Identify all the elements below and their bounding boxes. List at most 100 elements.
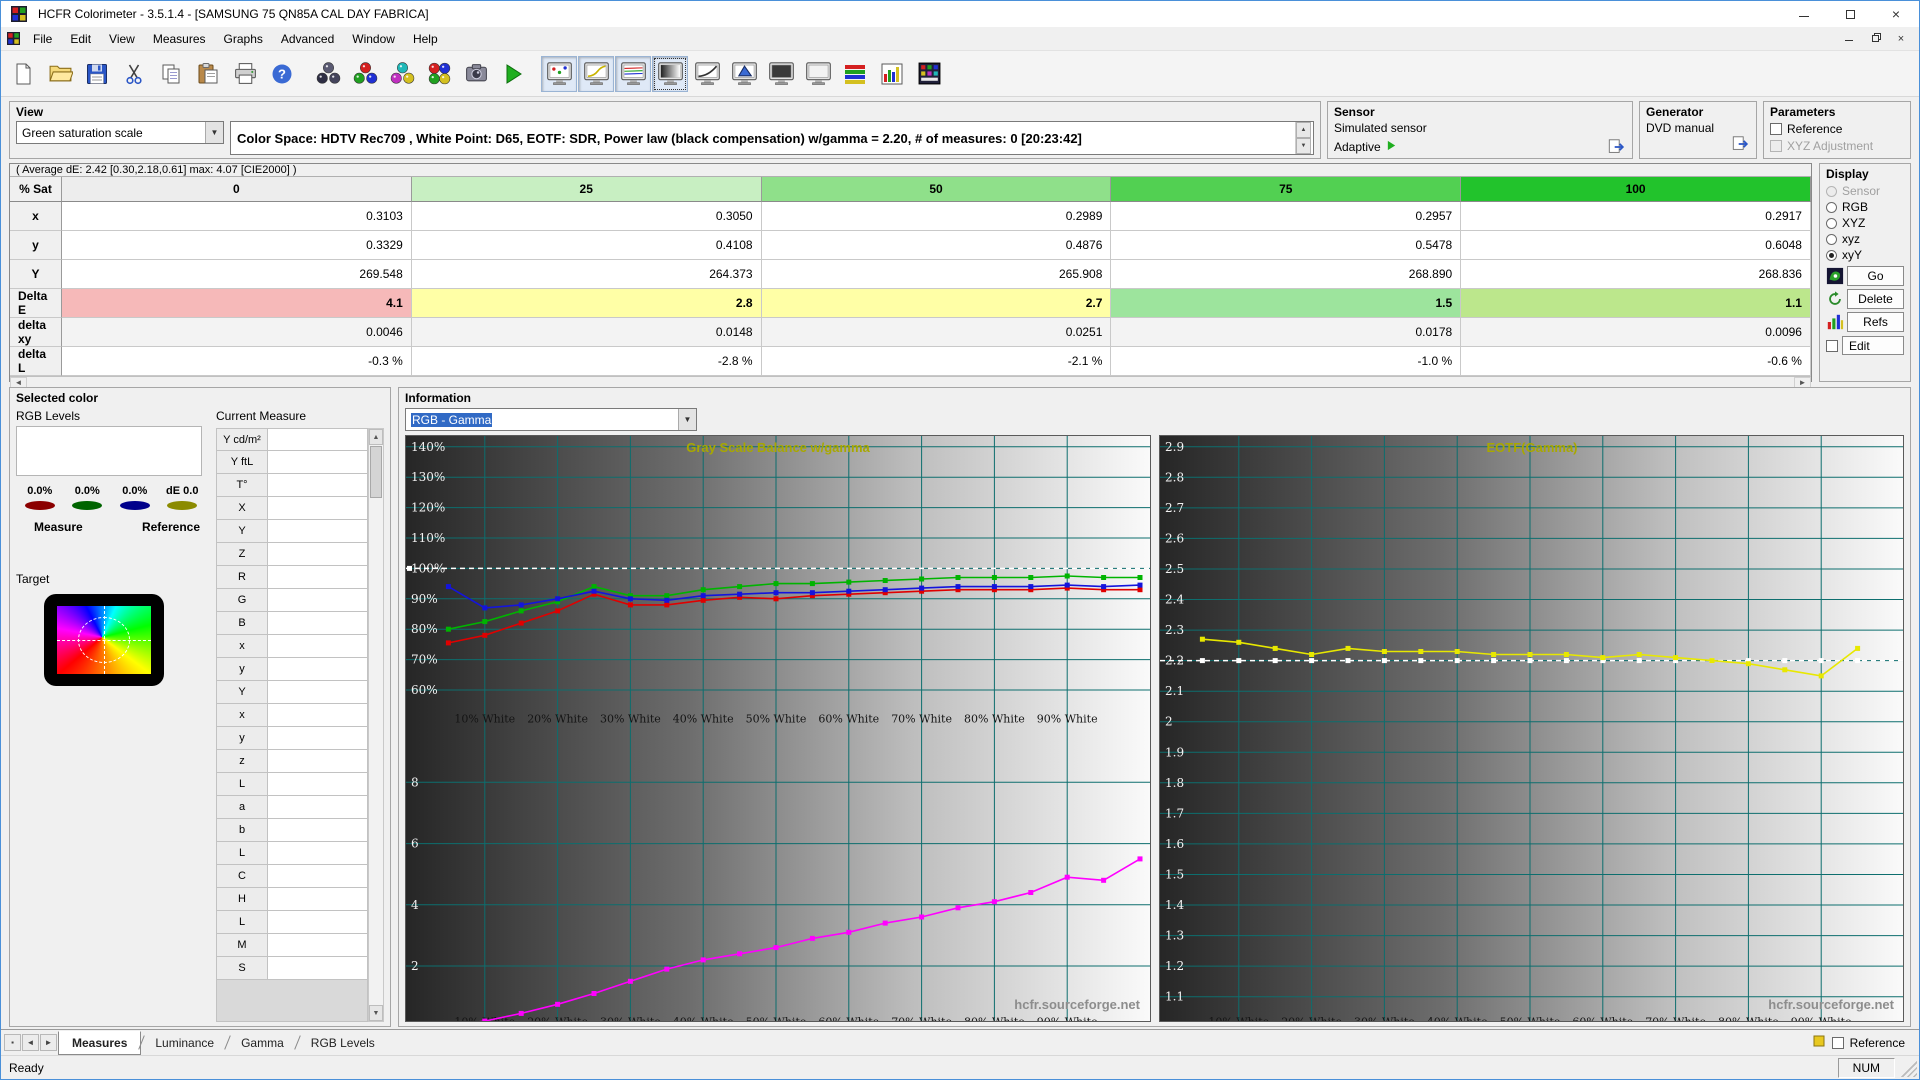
tab-measures[interactable]: Measures (58, 1031, 141, 1055)
toolbar-paste-button[interactable] (190, 56, 226, 92)
table-cell[interactable]: 269.548 (62, 260, 412, 289)
tab-reference-checkbox[interactable] (1832, 1037, 1844, 1049)
generator-config-icon[interactable] (1731, 135, 1750, 156)
toolbar-spheres-dark-button[interactable] (310, 56, 346, 92)
table-cell[interactable]: -0.6 % (1461, 347, 1811, 376)
menu-advanced[interactable]: Advanced (272, 29, 343, 49)
radio-icon[interactable] (1826, 250, 1837, 261)
spinner-up-button[interactable]: ▲ (1296, 122, 1311, 138)
menu-file[interactable]: File (24, 29, 61, 49)
toolbar-view-cie-diagram-button[interactable] (726, 56, 762, 92)
radio-icon[interactable] (1826, 186, 1837, 197)
tab-gamma[interactable]: Gamma (228, 1032, 297, 1054)
radio-icon[interactable] (1826, 202, 1837, 213)
tab-rgb-levels[interactable]: RGB Levels (298, 1032, 388, 1054)
toolbar-measure-grid-button[interactable] (911, 56, 947, 92)
menu-view[interactable]: View (100, 29, 144, 49)
go-button[interactable]: Go (1847, 266, 1904, 286)
toolbar-open-folder-button[interactable] (42, 56, 78, 92)
table-cell[interactable]: 268.890 (1111, 260, 1461, 289)
mdi-restore-button[interactable] (1867, 32, 1883, 46)
mdi-close-button[interactable]: × (1893, 32, 1909, 46)
graph-type-dropdown[interactable]: RGB - Gamma ▼ (405, 408, 697, 431)
toolbar-view-gamma-button[interactable] (578, 56, 614, 92)
resize-grip[interactable] (1901, 1061, 1917, 1077)
radio-icon[interactable] (1826, 234, 1837, 245)
table-cell[interactable]: 0.0148 (412, 318, 762, 347)
table-cell[interactable]: 265.908 (762, 260, 1112, 289)
table-cell[interactable]: -0.3 % (62, 347, 412, 376)
table-cell[interactable]: 0.2957 (1111, 202, 1461, 231)
table-cell[interactable]: 0.5478 (1111, 231, 1461, 260)
delete-button[interactable]: Delete (1847, 289, 1904, 309)
toolbar-view-rgb-levels-button[interactable] (615, 56, 651, 92)
table-cell[interactable]: 4.1 (62, 289, 412, 318)
toolbar-view-free-measures-button[interactable] (541, 56, 577, 92)
tab-scroll-right-button[interactable]: ► (40, 1034, 57, 1051)
saturation-scale-dropdown[interactable]: Green saturation scale ▼ (16, 121, 224, 144)
edit-checkbox[interactable] (1826, 340, 1838, 352)
toolbar-cut-button[interactable] (116, 56, 152, 92)
document-icon[interactable] (7, 32, 20, 45)
table-cell[interactable]: 0.4108 (412, 231, 762, 260)
table-cell[interactable]: -2.8 % (412, 347, 762, 376)
toolbar-run-button[interactable] (495, 56, 531, 92)
table-cell[interactable]: 0.3103 (62, 202, 412, 231)
table-cell[interactable]: 2.7 (762, 289, 1112, 318)
display-option-rgb[interactable]: RGB (1826, 199, 1904, 215)
menu-edit[interactable]: Edit (61, 29, 100, 49)
toolbar-spheres-rgb-button[interactable] (347, 56, 383, 92)
minimize-button[interactable] (1781, 1, 1827, 27)
table-cell[interactable]: 0.2989 (762, 202, 1112, 231)
table-cell[interactable]: -2.1 % (762, 347, 1112, 376)
radio-icon[interactable] (1826, 218, 1837, 229)
toolbar-save-button[interactable] (79, 56, 115, 92)
toolbar-view-near-black-button[interactable] (763, 56, 799, 92)
tab-scroll-left-button[interactable]: ◄ (22, 1034, 39, 1051)
menu-window[interactable]: Window (343, 29, 404, 49)
toolbar-print-button[interactable] (227, 56, 263, 92)
display-option-xyz[interactable]: XYZ (1826, 215, 1904, 231)
table-cell[interactable]: 0.0251 (762, 318, 1112, 347)
table-cell[interactable]: 0.0096 (1461, 318, 1811, 347)
menu-graphs[interactable]: Graphs (215, 29, 272, 49)
toolbar-view-luminance-button[interactable] (689, 56, 725, 92)
refs-button[interactable]: Refs (1847, 312, 1904, 332)
maximize-button[interactable] (1827, 1, 1873, 27)
reference-checkbox[interactable] (1770, 123, 1782, 135)
spinner-down-button[interactable]: ▼ (1296, 138, 1311, 154)
table-cell[interactable]: 264.373 (412, 260, 762, 289)
toolbar-view-near-white-button[interactable] (800, 56, 836, 92)
table-cell[interactable]: 1.5 (1111, 289, 1461, 318)
mdi-minimize-button[interactable] (1841, 32, 1857, 46)
edit-button[interactable]: Edit (1842, 336, 1904, 355)
display-option-xyz[interactable]: xyz (1826, 231, 1904, 247)
display-option-sensor[interactable]: Sensor (1826, 183, 1904, 199)
table-cell[interactable]: 0.6048 (1461, 231, 1811, 260)
scrollbar-thumb[interactable] (370, 446, 382, 498)
display-option-xyy[interactable]: xyY (1826, 247, 1904, 263)
table-cell[interactable]: 0.2917 (1461, 202, 1811, 231)
table-cell[interactable]: 2.8 (412, 289, 762, 318)
table-cell[interactable]: 0.4876 (762, 231, 1112, 260)
table-cell[interactable]: 0.0046 (62, 318, 412, 347)
toolbar-camera-button[interactable] (458, 56, 494, 92)
menu-measures[interactable]: Measures (144, 29, 215, 49)
table-cell[interactable]: -1.0 % (1111, 347, 1461, 376)
toolbar-spheres-cmy-button[interactable] (384, 56, 420, 92)
scroll-down-icon[interactable]: ▼ (369, 1005, 383, 1021)
table-cell[interactable]: 0.3050 (412, 202, 762, 231)
tab-menu-button[interactable]: ▪ (4, 1034, 21, 1051)
toolbar-spheres-multi-button[interactable] (421, 56, 457, 92)
table-cell[interactable]: 0.0178 (1111, 318, 1461, 347)
table-cell[interactable]: 268.836 (1461, 260, 1811, 289)
toolbar-view-grayscale-button[interactable] (652, 56, 688, 92)
close-button[interactable]: × (1873, 1, 1919, 27)
toolbar-copy-button[interactable] (153, 56, 189, 92)
table-cell[interactable]: 1.1 (1461, 289, 1811, 318)
toolbar-new-document-button[interactable] (5, 56, 41, 92)
table-cell[interactable]: 0.3329 (62, 231, 412, 260)
toolbar-saturation-bars-button[interactable] (837, 56, 873, 92)
sensor-config-icon[interactable] (1607, 138, 1626, 156)
tab-luminance[interactable]: Luminance (142, 1032, 227, 1054)
